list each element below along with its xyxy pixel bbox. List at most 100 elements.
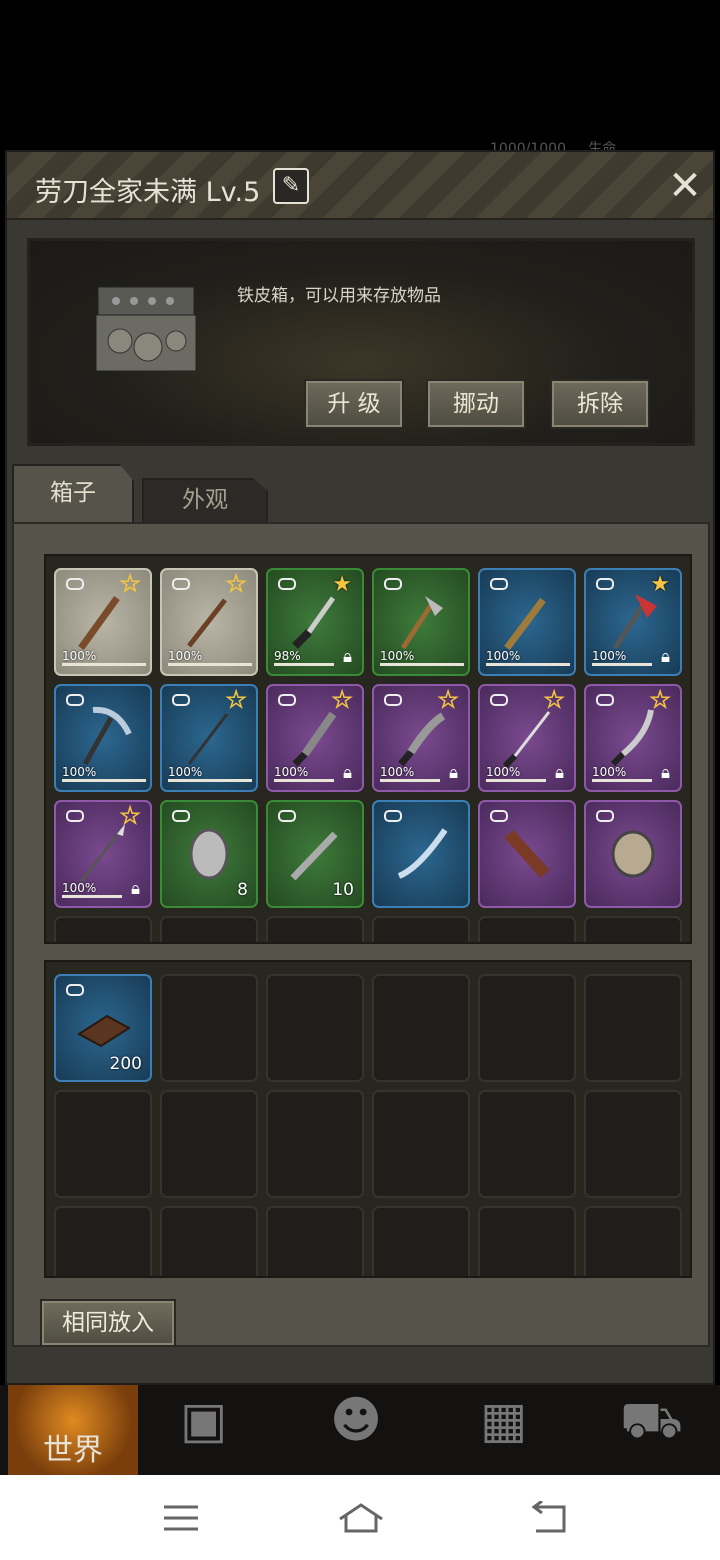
system-nav-bar [0,1475,720,1560]
tab-bar: 箱子 外观 [12,464,712,524]
durability-bar [274,663,334,666]
link-icon [276,576,296,590]
bag-grid: 200 [54,974,682,1276]
item-slot[interactable]: ★ 100% [160,684,258,792]
empty-slot[interactable] [160,1206,258,1276]
durability-label: 100% [380,649,415,663]
empty-slot[interactable] [372,1090,470,1198]
lock-icon: 🔒︎ [342,647,352,667]
link-icon [64,808,84,822]
item-slot[interactable]: ★ 100% 🔒︎ [584,568,682,676]
dismantle-button[interactable]: 拆除 [550,379,650,429]
head-gear-icon[interactable]: ☻ [330,1391,382,1449]
item-slot[interactable]: ★ 98% 🔒︎ [266,568,364,676]
item-slot[interactable]: ★ 100% 🔒︎ [372,684,470,792]
metal-plate-icon [177,820,241,888]
item-count: 8 [237,880,248,900]
pencil-icon[interactable]: ✎ [273,168,309,204]
close-icon[interactable]: ✕ [665,166,705,206]
lock-icon: 🔒︎ [660,647,670,667]
durability-label: 100% [486,649,521,663]
empty-slot[interactable] [160,974,258,1082]
link-icon [594,808,614,822]
empty-slot[interactable] [478,1090,576,1198]
empty-slot[interactable] [54,916,152,942]
empty-slot[interactable] [478,916,576,942]
empty-slot[interactable] [584,974,682,1082]
durability-bar [168,663,252,666]
iron-chest-icon [95,286,197,372]
item-slot[interactable] [372,800,470,908]
scimitar-icon [601,704,665,772]
item-slot[interactable] [478,800,576,908]
empty-slot[interactable] [478,974,576,1082]
link-icon [488,692,508,706]
same-put-in-button[interactable]: 相同放入 [40,1299,176,1347]
empty-slot[interactable] [584,916,682,942]
nav-world-label: 世界 [43,1433,103,1468]
item-slot[interactable]: ★ 100% [54,568,152,676]
empty-slot[interactable] [160,916,258,942]
empty-slot[interactable] [266,974,364,1082]
building-icon[interactable]: ▦ [480,1391,527,1449]
bag-grid-area: 200 [44,960,692,1278]
wooden-club-icon [71,588,135,656]
item-slot[interactable]: 100% [372,568,470,676]
move-button[interactable]: 挪动 [426,379,526,429]
fire-axe-icon [601,588,665,656]
lock-icon: 🔒︎ [342,763,352,783]
backpack-icon[interactable]: ▣ [180,1391,227,1449]
link-icon [170,576,190,590]
item-slot[interactable]: ★ 100% 🔒︎ [478,684,576,792]
item-slot[interactable]: 8 [160,800,258,908]
item-slot[interactable]: 200 [54,974,152,1082]
tab-box[interactable]: 箱子 [12,464,134,522]
link-icon [488,576,508,590]
back-icon[interactable] [528,1501,568,1535]
durability-bar [592,779,652,782]
nav-world[interactable]: 世界 [8,1385,138,1475]
empty-slot[interactable] [584,1206,682,1276]
upgrade-button[interactable]: 升 级 [304,379,404,429]
item-slot[interactable]: 10 [266,800,364,908]
durability-bar [380,663,464,666]
item-slot[interactable] [584,800,682,908]
serrated-blade-icon [283,704,347,772]
tab-appearance[interactable]: 外观 [142,478,268,522]
spear-icon [71,820,135,888]
link-icon [170,692,190,706]
item-slot[interactable]: ★ 100% 🔒︎ [584,684,682,792]
wooden-stick-icon [177,588,241,656]
lock-icon: 🔒︎ [448,763,458,783]
empty-slot[interactable] [160,1090,258,1198]
durability-label: 100% [168,765,203,779]
link-icon [64,576,84,590]
empty-slot[interactable] [584,1090,682,1198]
bottom-nav: 世界 ▣ ☻ ▦ ⛟ [0,1385,720,1475]
empty-slot[interactable] [372,1206,470,1276]
cart-icon[interactable]: ⛟ [620,1391,683,1456]
durability-label: 100% [62,649,97,663]
empty-slot[interactable] [266,1090,364,1198]
empty-slot[interactable] [266,916,364,942]
item-slot[interactable]: 100% [478,568,576,676]
empty-slot[interactable] [266,1206,364,1276]
empty-slot[interactable] [54,1090,152,1198]
menu-icon[interactable] [162,1501,202,1535]
home-icon[interactable] [338,1501,384,1535]
durability-label: 100% [592,649,627,663]
item-slot[interactable]: ★ 100% 🔒︎ [266,684,364,792]
empty-slot[interactable] [54,1206,152,1276]
item-slot[interactable]: 100% [54,684,152,792]
durability-label: 100% [274,765,309,779]
item-slot[interactable]: ★ 100% 🔒︎ [54,800,152,908]
link-icon [64,982,84,996]
durability-label: 100% [592,765,627,779]
durability-label: 100% [380,765,415,779]
link-icon [594,692,614,706]
item-count: 10 [332,880,354,900]
empty-slot[interactable] [478,1206,576,1276]
item-slot[interactable]: ★ 100% [160,568,258,676]
empty-slot[interactable] [372,974,470,1082]
empty-slot[interactable] [372,916,470,942]
